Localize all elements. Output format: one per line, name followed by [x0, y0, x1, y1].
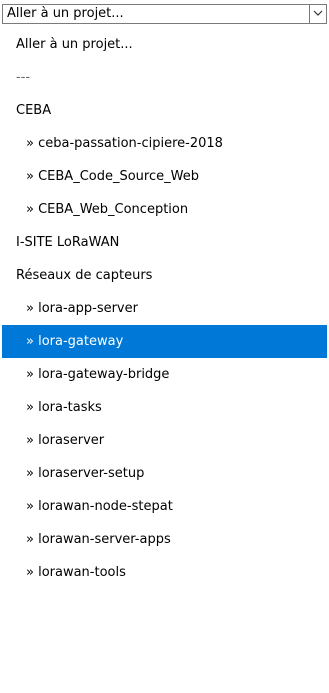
option-goto-project[interactable]: Aller à un projet... [2, 28, 327, 61]
option-ceba[interactable]: CEBA [2, 94, 327, 127]
option-lorawan-tools[interactable]: » lorawan-tools [2, 556, 327, 589]
project-select[interactable]: Aller à un projet... [2, 4, 327, 24]
option-lora-tasks[interactable]: » lora-tasks [2, 391, 327, 424]
option-lora-app-server[interactable]: » lora-app-server [2, 292, 327, 325]
option-lora-gateway-bridge[interactable]: » lora-gateway-bridge [2, 358, 327, 391]
option-lorawan-node-stepat[interactable]: » lorawan-node-stepat [2, 490, 327, 523]
option-ceba-web-conception[interactable]: » CEBA_Web_Conception [2, 193, 327, 226]
option-loraserver[interactable]: » loraserver [2, 424, 327, 457]
option-lora-gateway[interactable]: » lora-gateway [2, 325, 327, 358]
option-lorawan-server-apps[interactable]: » lorawan-server-apps [2, 523, 327, 556]
option-i-site-lorawan[interactable]: I-SITE LoRaWAN [2, 226, 327, 259]
select-dropdown-button[interactable] [309, 5, 326, 23]
option-separator[interactable]: --- [2, 61, 327, 94]
option-loraserver-setup[interactable]: » loraserver-setup [2, 457, 327, 490]
chevron-down-icon [313, 10, 323, 16]
option-reseaux-de-capteurs[interactable]: Réseaux de capteurs [2, 259, 327, 292]
project-select-value: Aller à un projet... [7, 6, 124, 21]
option-ceba-code-source-web[interactable]: » CEBA_Code_Source_Web [2, 160, 327, 193]
option-ceba-passation-cipiere-2018[interactable]: » ceba-passation-cipiere-2018 [2, 127, 327, 160]
project-dropdown-list: Aller à un projet... --- CEBA » ceba-pas… [2, 28, 327, 589]
